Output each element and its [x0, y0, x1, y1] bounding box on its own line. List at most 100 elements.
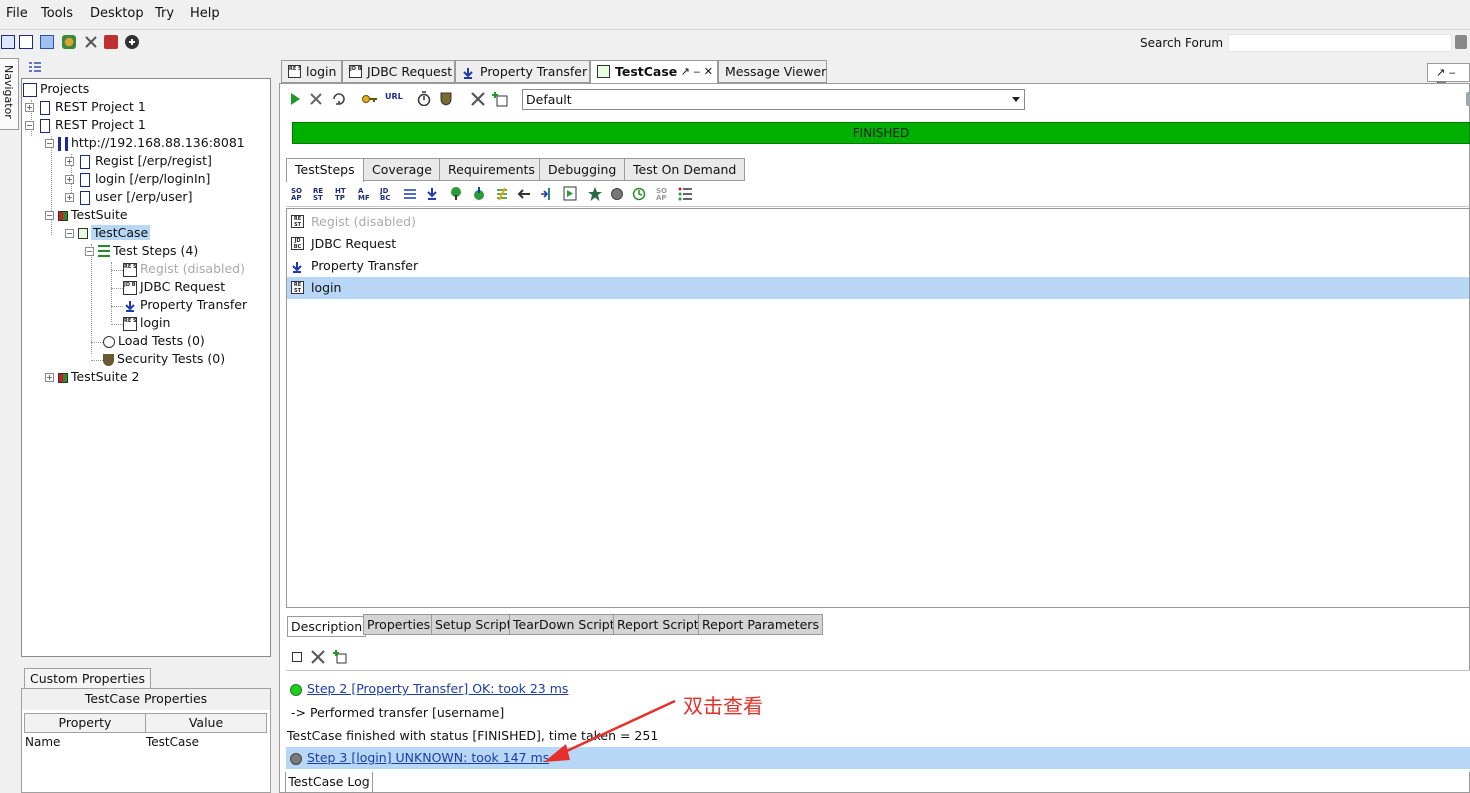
tree-item-teststeps[interactable]: − Test Steps (4): [85, 242, 198, 260]
tree-item-resource[interactable]: + user [/erp/user]: [65, 188, 192, 206]
menu-tools[interactable]: Tools: [41, 6, 73, 21]
export-log-icon[interactable]: [333, 650, 347, 664]
add-soap-mock-icon[interactable]: SO AP: [656, 188, 667, 202]
collapse-icon[interactable]: −: [45, 139, 54, 148]
add-delay-step-icon[interactable]: [517, 188, 531, 200]
tree-item-step[interactable]: RE STRegist (disabled): [123, 260, 245, 278]
list-item[interactable]: JD BC JDBC Request: [287, 233, 1469, 255]
save-all-icon[interactable]: [40, 35, 54, 49]
tab-setup-script[interactable]: Setup Script: [431, 614, 516, 635]
run-icon[interactable]: [290, 93, 300, 105]
add-jdbc-step-icon[interactable]: JD BC: [380, 188, 390, 202]
expand-icon[interactable]: +: [65, 157, 74, 166]
list-item[interactable]: RE ST Regist (disabled): [287, 211, 1469, 233]
loop-icon[interactable]: [331, 91, 347, 107]
tab-description[interactable]: Description: [287, 616, 367, 637]
expand-icon[interactable]: +: [45, 373, 54, 382]
add-amf-step-icon[interactable]: A MF: [358, 188, 370, 202]
expand-icon[interactable]: +: [65, 193, 74, 202]
add-conditional-goto-icon[interactable]: [449, 186, 463, 201]
tree-item-step[interactable]: Property Transfer: [123, 296, 247, 314]
tab-teardown-script[interactable]: TearDown Script: [509, 614, 619, 635]
import-project-icon[interactable]: [19, 35, 33, 49]
add-step-icon[interactable]: [492, 91, 508, 107]
tree-item-loadtests[interactable]: Load Tests (0): [103, 332, 205, 350]
collapse-icon[interactable]: −: [65, 229, 74, 238]
add-http-step-icon[interactable]: HT TP: [335, 188, 346, 202]
search-go-icon[interactable]: [1455, 35, 1467, 49]
list-item[interactable]: RE ST login: [287, 277, 1469, 299]
property-column-header[interactable]: Property: [24, 713, 146, 733]
log-entry-link[interactable]: Step 3 [login] UNKNOWN: took 147 ms: [307, 750, 549, 765]
tree-item-testcase[interactable]: − TestCase: [65, 224, 151, 242]
log-entry-link[interactable]: Step 2 [Property Transfer] OK: took 23 m…: [307, 681, 568, 696]
tree-item-step[interactable]: JD BCJDBC Request: [123, 278, 225, 296]
add-properties-step-icon[interactable]: [404, 188, 416, 200]
stopwatch-icon[interactable]: [417, 91, 431, 106]
add-breakpoint-icon[interactable]: [610, 187, 624, 201]
menu-desktop[interactable]: Desktop: [90, 6, 144, 21]
tab-teststeps[interactable]: TestSteps: [286, 158, 364, 182]
shield-icon[interactable]: [440, 92, 452, 106]
tree-item-project[interactable]: − REST Project 1: [25, 116, 146, 134]
url-icon[interactable]: URL: [385, 92, 403, 101]
close-icon[interactable]: ↗ ‒ ✕: [681, 61, 713, 82]
log-entry[interactable]: Step 2 [Property Transfer] OK: took 23 m…: [286, 678, 1470, 700]
add-soap-step-icon[interactable]: SO AP: [291, 188, 302, 202]
tree-item-securitytests[interactable]: Security Tests (0): [103, 350, 225, 368]
property-name-cell[interactable]: Name: [25, 734, 60, 750]
credentials-icon[interactable]: [362, 93, 378, 105]
add-mock-response-icon[interactable]: [540, 187, 554, 201]
tab-requirements[interactable]: Requirements: [439, 158, 544, 181]
options-icon[interactable]: [311, 650, 325, 664]
tab-test-on-demand[interactable]: Test On Demand: [624, 158, 746, 181]
tree-item-step[interactable]: RE STlogin: [123, 314, 170, 332]
tab-login[interactable]: RE ST login: [281, 60, 342, 83]
list-item[interactable]: Property Transfer: [287, 255, 1469, 277]
tab-testcase[interactable]: TestCase ↗ ‒ ✕: [590, 60, 718, 84]
add-step-list-icon[interactable]: [678, 187, 692, 201]
tree-item-projects[interactable]: Projects: [23, 80, 89, 98]
tab-jdbc-request[interactable]: JD BC JDBC Request: [342, 60, 455, 83]
menu-try[interactable]: Try: [155, 6, 174, 21]
cancel-icon[interactable]: [310, 93, 322, 105]
tab-properties[interactable]: Properties: [363, 614, 435, 635]
tree-item-resource[interactable]: + Regist [/erp/regist]: [65, 152, 212, 170]
tree-item-testsuite[interactable]: + TestSuite 2: [45, 368, 139, 386]
add-manual-step-icon[interactable]: [563, 186, 577, 201]
tab-property-transfer[interactable]: Property Transfer: [455, 60, 590, 83]
add-run-testcase-icon[interactable]: [472, 186, 486, 201]
collapse-icon[interactable]: −: [85, 247, 94, 256]
options-icon[interactable]: [470, 91, 486, 107]
add-assertion-icon[interactable]: [587, 186, 603, 202]
proxy-icon[interactable]: [104, 35, 118, 49]
expand-icon[interactable]: +: [25, 103, 34, 112]
tab-report-parameters[interactable]: Report Parameters: [698, 614, 823, 635]
menu-file[interactable]: File: [6, 6, 28, 21]
environment-select[interactable]: Default: [522, 89, 1025, 110]
forum-icon[interactable]: [62, 35, 76, 49]
collapse-icon[interactable]: −: [45, 211, 54, 220]
add-timer-icon[interactable]: [632, 187, 646, 201]
exit-icon[interactable]: [125, 35, 139, 49]
property-value-cell[interactable]: TestCase: [146, 734, 199, 750]
preferences-icon[interactable]: [84, 35, 98, 49]
add-rest-step-icon[interactable]: RE ST: [313, 188, 323, 202]
tab-testcase-log[interactable]: TestCase Log: [285, 772, 373, 793]
tree-list-icon[interactable]: [29, 62, 41, 72]
add-transfer-step-icon[interactable]: [426, 187, 438, 201]
tree-item-project[interactable]: + REST Project 1: [25, 98, 146, 116]
tab-debugging[interactable]: Debugging: [539, 158, 626, 181]
search-input[interactable]: [1228, 34, 1452, 52]
tree-item-testsuite[interactable]: − TestSuite: [45, 206, 128, 224]
tab-message-viewer[interactable]: Message Viewer: [718, 60, 827, 83]
tree-item-endpoint[interactable]: − http://192.168.88.136:8081: [45, 134, 245, 152]
tab-report-script[interactable]: Report Script: [613, 614, 703, 635]
collapse-icon[interactable]: −: [25, 121, 34, 130]
menu-help[interactable]: Help: [190, 6, 220, 21]
add-groovy-step-icon[interactable]: [495, 187, 509, 201]
log-entry[interactable]: Step 3 [login] UNKNOWN: took 147 ms: [286, 747, 1470, 769]
navigator-tab[interactable]: Navigator: [0, 58, 19, 130]
window-controls[interactable]: ↗ ‒ □: [1427, 63, 1470, 92]
expand-icon[interactable]: +: [65, 175, 74, 184]
